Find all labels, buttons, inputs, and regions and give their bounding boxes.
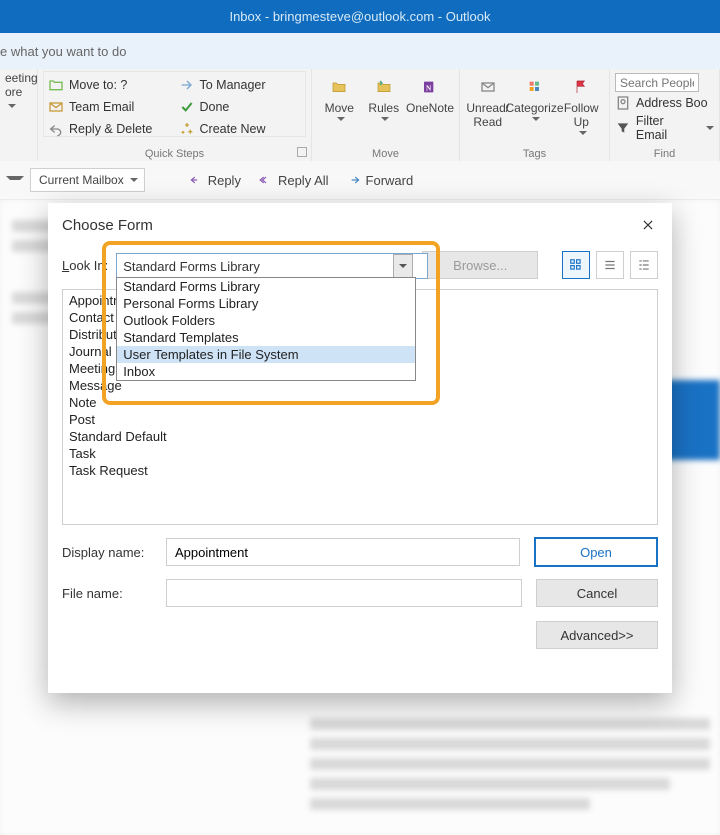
reply-all-icon [259,173,273,187]
close-button[interactable] [634,211,662,239]
ribbon-group-tags: Unread/ Read Categorize Follow Up Tags [460,69,610,161]
display-name-input[interactable] [166,538,520,566]
reply-icon [189,173,203,187]
ribbon-group-quick-steps: Move to: ? To Manager Team Email Done Re… [38,69,312,161]
group-label-move: Move [312,148,459,160]
quickstep-create-new[interactable]: Create New [177,118,304,140]
cancel-button[interactable]: Cancel [536,579,658,607]
dropdown-option-highlighted[interactable]: User Templates in File System [117,346,415,363]
advanced-button[interactable]: Advanced>> [536,621,658,649]
categorize-icon [527,79,543,95]
ribbon: eeting ore Move to: ? To Manager Team Em [0,69,720,162]
list-item[interactable]: Standard Default [69,428,651,445]
dropdown-option[interactable]: Personal Forms Library [117,295,415,312]
list-item[interactable]: Task Request [69,462,651,479]
search-people-input[interactable] [615,73,699,92]
look-in-label: Look In: [62,258,108,273]
window-title-bar: Inbox - bringmesteve@outlook.com - Outlo… [0,0,720,33]
sparkle-icon [179,121,195,137]
view-details[interactable] [630,251,658,279]
onenote-icon: N [422,79,438,95]
move-button[interactable]: Move [317,71,362,123]
quickstep-move-to[interactable]: Move to: ? [46,74,173,96]
look-in-selected: Standard Forms Library [123,259,260,274]
dropdown-option[interactable]: Standard Forms Library [117,278,415,295]
browse-button[interactable]: Browse... [422,251,538,279]
file-name-label: File name: [62,586,152,601]
group-label-quick-steps: Quick Steps [38,148,311,160]
svg-text:N: N [426,83,432,92]
message-action-strip: Current Mailbox Reply Reply All Forward [0,161,720,200]
look-in-combo[interactable]: Standard Forms Library Standard Forms Li… [116,253,414,277]
reply-all-button[interactable]: Reply All [253,171,335,190]
list-item[interactable]: Task [69,445,651,462]
view-list[interactable] [596,251,624,279]
display-name-label: Display name: [62,545,152,560]
envelope-icon [480,79,496,95]
dropdown-option[interactable]: Outlook Folders [117,312,415,329]
dropdown-option[interactable]: Inbox [117,363,415,380]
ribbon-group-move: Move Rules N OneNote Move [312,69,460,161]
list-item[interactable]: Post [69,411,651,428]
quickstep-done[interactable]: Done [177,96,304,118]
more-button[interactable]: ore [5,85,32,113]
reply-button[interactable]: Reply [183,171,247,190]
look-in-dropdown: Standard Forms Library Personal Forms Li… [116,277,416,381]
ribbon-group-find: Address Boo Filter Email Find [610,69,720,161]
mail-icon [48,99,64,115]
check-icon [179,99,195,115]
forward-button[interactable]: Forward [341,171,420,190]
window-title: Inbox - bringmesteve@outlook.com - Outlo… [229,9,490,24]
chevron-down-icon[interactable] [393,254,413,278]
rules-button[interactable]: Rules [362,71,407,123]
onenote-button[interactable]: N OneNote [406,71,454,123]
tell-me-text: e what you want to do [0,44,126,59]
flag-icon [573,79,589,95]
file-name-input[interactable] [166,579,522,607]
rules-icon [376,79,392,95]
chevron-down-icon[interactable] [6,176,24,184]
filter-icon [615,120,631,136]
dropdown-option[interactable]: Standard Templates [117,329,415,346]
filter-email-button[interactable]: Filter Email [615,114,714,142]
meeting-button[interactable]: eeting [5,71,32,85]
quickstep-team-email[interactable]: Team Email [46,96,173,118]
unread-read-button[interactable]: Unread/ Read [465,71,511,137]
view-mode-buttons [562,251,658,279]
dialog-title: Choose Form [62,217,153,234]
tell-me-bar[interactable]: e what you want to do [0,33,720,69]
ribbon-group-meeting: eeting ore [0,69,38,161]
open-button[interactable]: Open [534,537,658,567]
address-book-icon [615,95,631,111]
search-scope-combo[interactable]: Current Mailbox [30,168,145,192]
choose-form-dialog: Choose Form Look In: Standard Forms Libr… [48,203,672,693]
folder-move-icon [48,77,64,93]
reply-delete-icon [48,121,64,137]
quickstep-reply-delete[interactable]: Reply & Delete [46,118,173,140]
view-large-icons[interactable] [562,251,590,279]
folder-icon [331,79,347,95]
follow-up-button[interactable]: Follow Up [559,71,605,137]
group-label-find: Find [610,148,719,160]
forward-icon [347,173,361,187]
list-item[interactable]: Note [69,394,651,411]
close-icon [641,218,655,232]
quickstep-to-manager[interactable]: To Manager [177,74,304,96]
dialog-launcher-icon[interactable] [297,147,307,157]
forward-icon [179,77,195,93]
categorize-button[interactable]: Categorize [511,71,559,137]
address-book-button[interactable]: Address Boo [615,95,714,111]
group-label-tags: Tags [460,148,609,160]
